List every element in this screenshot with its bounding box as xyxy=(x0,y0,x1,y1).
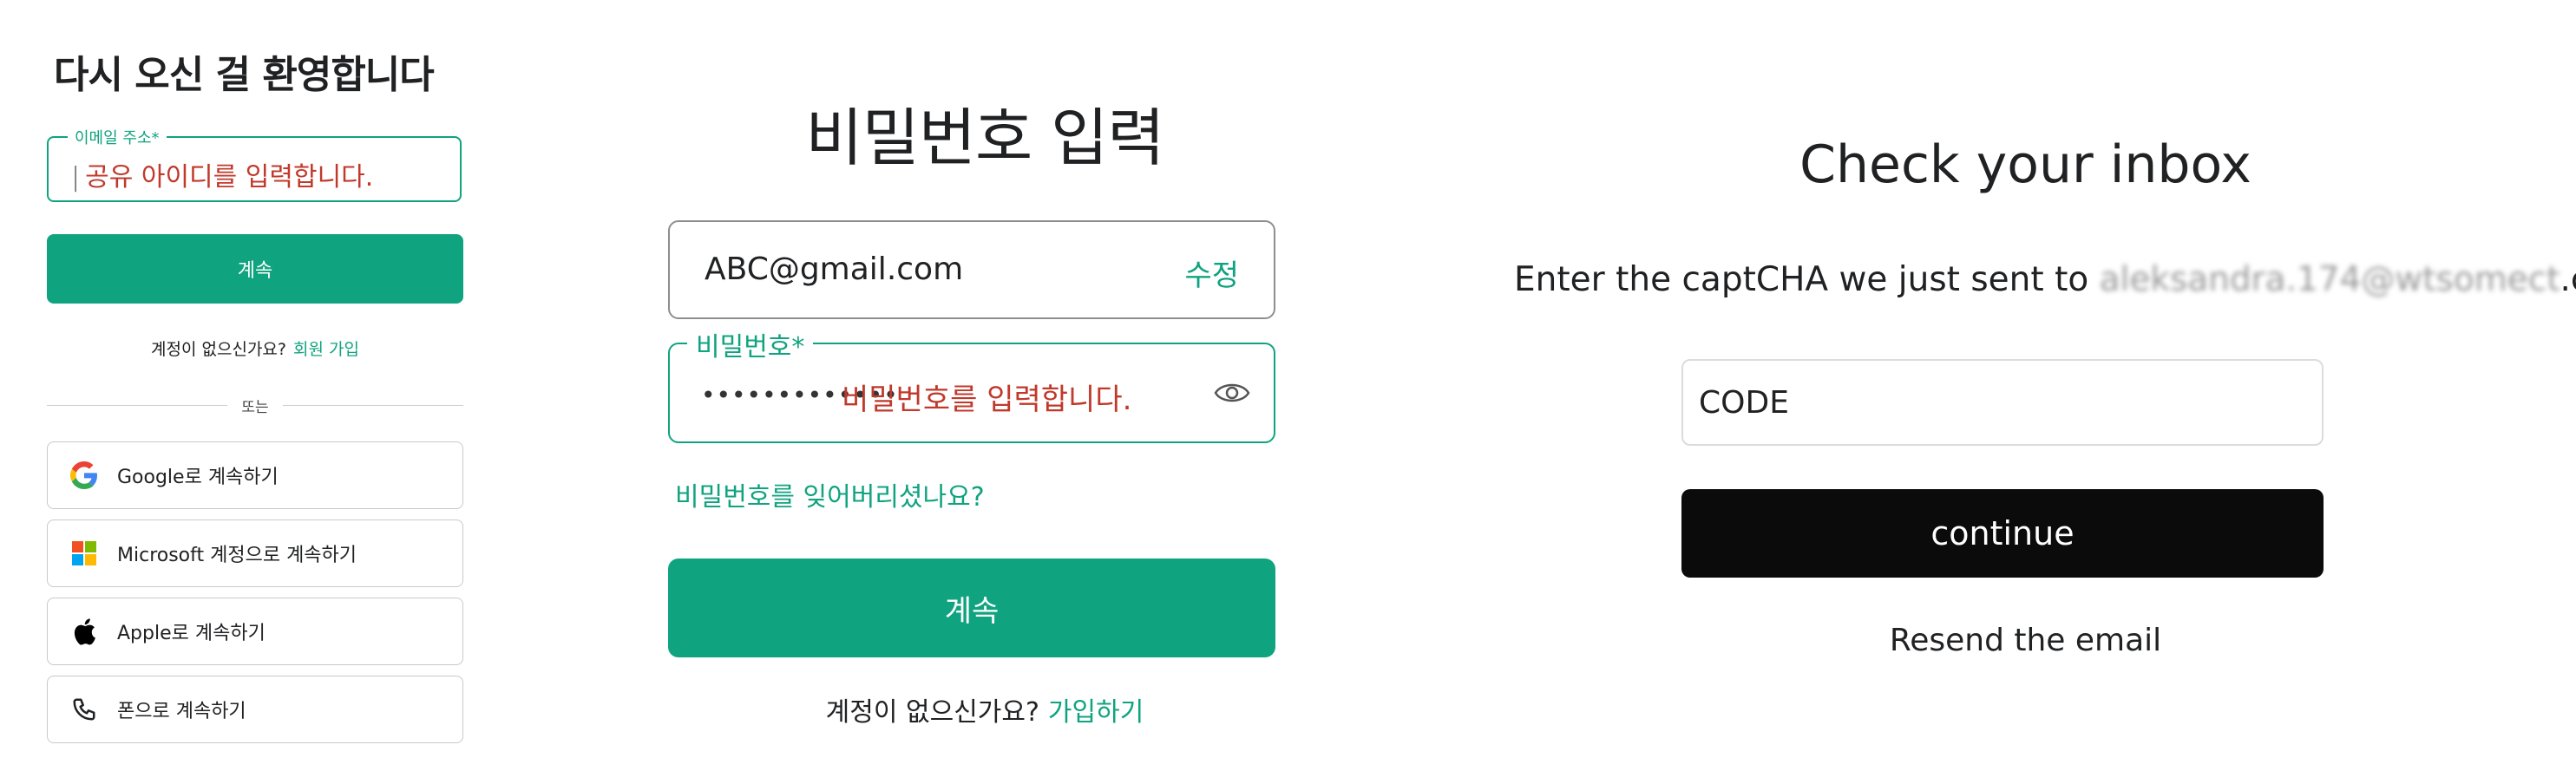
email-display-field: ABC@gmail.com 수정 xyxy=(668,220,1275,319)
google-login-button[interactable]: Google로 계속하기 xyxy=(47,441,463,509)
no-account-text: 계정이 없으신가요? xyxy=(825,697,1039,728)
divider-line-left xyxy=(47,404,228,406)
page-title: Check your inbox xyxy=(1799,134,2252,195)
edit-email-link[interactable]: 수정 xyxy=(1184,252,1239,294)
instructions-suffix: .com. xyxy=(2560,260,2576,299)
microsoft-icon xyxy=(69,538,100,569)
forgot-password-link[interactable]: 비밀번호를 잊어버리셨나요? xyxy=(675,475,985,513)
resend-email-link[interactable]: Resend the email xyxy=(1475,623,2576,658)
email-field-value-wrap: | 공유 아이디를 입력합니다. xyxy=(71,155,373,193)
signup-link[interactable]: 가입하기 xyxy=(1048,697,1144,728)
instructions-text: Enter the captCHA we just sent to xyxy=(1514,260,2089,299)
divider-line-right xyxy=(282,404,463,406)
eye-icon[interactable] xyxy=(1213,377,1251,408)
google-login-label: Google로 계속하기 xyxy=(117,467,279,488)
signup-link[interactable]: 회원 가입 xyxy=(293,340,359,359)
or-divider: 또는 xyxy=(47,394,463,416)
continue-button[interactable]: 계속 xyxy=(47,234,463,304)
phone-icon xyxy=(69,694,100,725)
divider-text: 또는 xyxy=(241,398,269,416)
captcha-panel: Check your inbox Enter the captCHA we ju… xyxy=(1475,0,2576,771)
password-panel: 비밀번호 입력 ABC@gmail.com 수정 비밀번호* •••••••••… xyxy=(625,0,1345,771)
password-field-label: 비밀번호* xyxy=(687,325,814,363)
microsoft-login-button[interactable]: Microsoft 계정으로 계속하기 xyxy=(47,519,463,587)
page-title: 다시 오신 걸 환영합니다 xyxy=(54,53,435,97)
apple-icon xyxy=(69,616,100,647)
email-field-label: 이메일 주소* xyxy=(68,126,167,148)
email-field-value: 공유 아이디를 입력합니다. xyxy=(85,162,374,193)
apple-login-label: Apple로 계속하기 xyxy=(117,623,265,644)
continue-button[interactable]: continue xyxy=(1681,489,2324,578)
signup-prompt: 계정이 없으신가요? 가입하기 xyxy=(625,690,1345,729)
email-field[interactable]: 이메일 주소* | 공유 아이디를 입력합니다. xyxy=(47,126,462,202)
apple-login-button[interactable]: Apple로 계속하기 xyxy=(47,598,463,665)
continue-button[interactable]: 계속 xyxy=(668,559,1275,657)
phone-login-label: 폰으로 계속하기 xyxy=(117,701,246,722)
captcha-instructions: Enter the captCHA we just sent to aleksa… xyxy=(1514,260,2576,299)
page-title: 비밀번호 입력 xyxy=(805,101,1164,174)
email-display-value: ABC@gmail.com xyxy=(705,252,964,287)
microsoft-login-label: Microsoft 계정으로 계속하기 xyxy=(117,545,357,566)
obscured-email: aleksandra.174@wtsomect xyxy=(2099,260,2560,299)
google-icon xyxy=(69,460,100,491)
captcha-code-field[interactable] xyxy=(1681,359,2324,446)
login-panel: 다시 오신 걸 환영합니다 이메일 주소* | 공유 아이디를 입력합니다. 계속… xyxy=(0,0,607,771)
signup-prompt: 계정이 없으신가요? 회원 가입 xyxy=(47,336,463,360)
password-field[interactable]: 비밀번호* ••••••••••••• 비밀번호를 입력합니다. xyxy=(668,325,1275,443)
no-account-text: 계정이 없으신가요? xyxy=(151,340,286,359)
phone-login-button[interactable]: 폰으로 계속하기 xyxy=(47,676,463,743)
text-caret: | xyxy=(71,162,81,193)
password-hint: 비밀번호를 입력합니다. xyxy=(842,382,1132,417)
captcha-code-input[interactable] xyxy=(1699,361,2306,444)
